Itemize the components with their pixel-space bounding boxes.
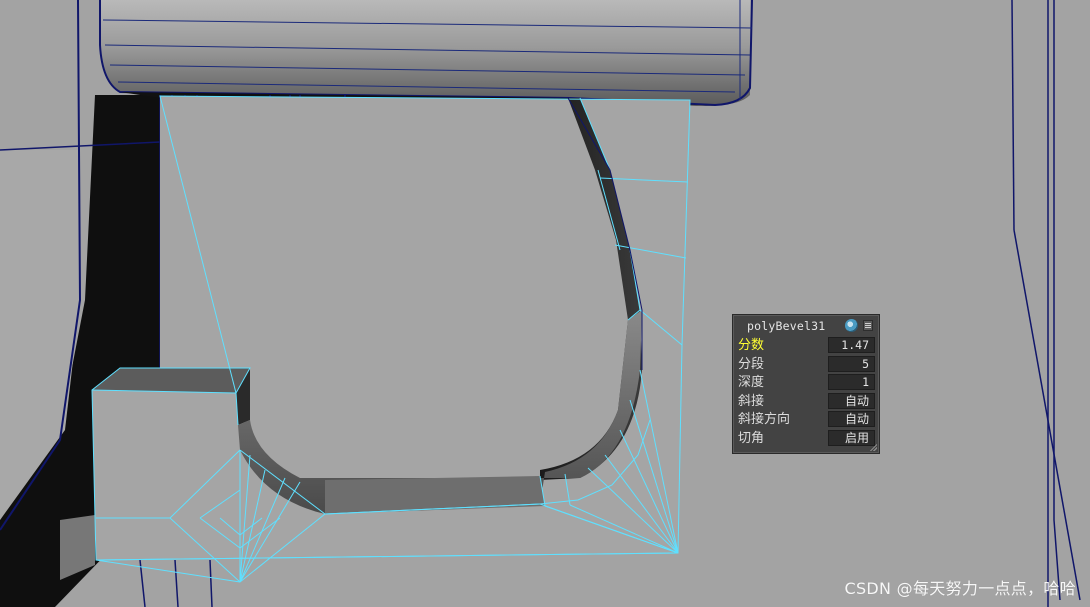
attribute-row-miter-along[interactable]: 斜接方向 自动 bbox=[735, 410, 877, 429]
panel-titlebar[interactable]: polyBevel31 bbox=[733, 316, 879, 336]
attribute-rows: 分数 1.47 分段 5 深度 1 斜接 自动 斜接方向 自动 切角 启用 bbox=[735, 336, 877, 447]
node-ball-icon[interactable] bbox=[845, 319, 858, 332]
attribute-label: 分段 bbox=[738, 356, 765, 372]
chamfer-value-field[interactable]: 启用 bbox=[828, 429, 875, 446]
hamburger-menu-icon[interactable] bbox=[863, 320, 873, 331]
attribute-label: 切角 bbox=[738, 430, 765, 446]
resize-grip-icon[interactable] bbox=[869, 443, 877, 451]
attribute-label: 分数 bbox=[738, 338, 765, 353]
attribute-label: 斜接方向 bbox=[738, 412, 791, 427]
segments-value-field[interactable]: 5 bbox=[828, 355, 875, 372]
attribute-row-chamfer[interactable]: 切角 启用 bbox=[735, 429, 877, 448]
panel-title: polyBevel31 bbox=[747, 319, 826, 333]
mitering-value-field[interactable]: 自动 bbox=[828, 392, 875, 409]
attribute-row-depth[interactable]: 深度 1 bbox=[735, 373, 877, 392]
maya-3d-viewport[interactable]: polyBevel31 分数 1.47 分段 5 深度 1 斜接 自动 斜接方向… bbox=[0, 0, 1090, 607]
depth-value-field[interactable]: 1 bbox=[828, 374, 875, 390]
fraction-value-field[interactable]: 1.47 bbox=[828, 337, 875, 353]
top-cylinder bbox=[100, 0, 750, 105]
attribute-label: 深度 bbox=[738, 375, 765, 390]
watermark: CSDN @每天努力一点点，哈哈 bbox=[844, 579, 1076, 598]
mesh-scene[interactable] bbox=[0, 0, 1090, 607]
polybevel-attribute-panel[interactable]: polyBevel31 分数 1.47 分段 5 深度 1 斜接 自动 斜接方向… bbox=[732, 314, 880, 454]
attribute-row-segments[interactable]: 分段 5 bbox=[735, 355, 877, 374]
attribute-row-fraction[interactable]: 分数 1.47 bbox=[735, 336, 877, 355]
attribute-label: 斜接 bbox=[738, 393, 765, 409]
miter-along-value-field[interactable]: 自动 bbox=[828, 411, 875, 427]
attribute-row-mitering[interactable]: 斜接 自动 bbox=[735, 392, 877, 411]
